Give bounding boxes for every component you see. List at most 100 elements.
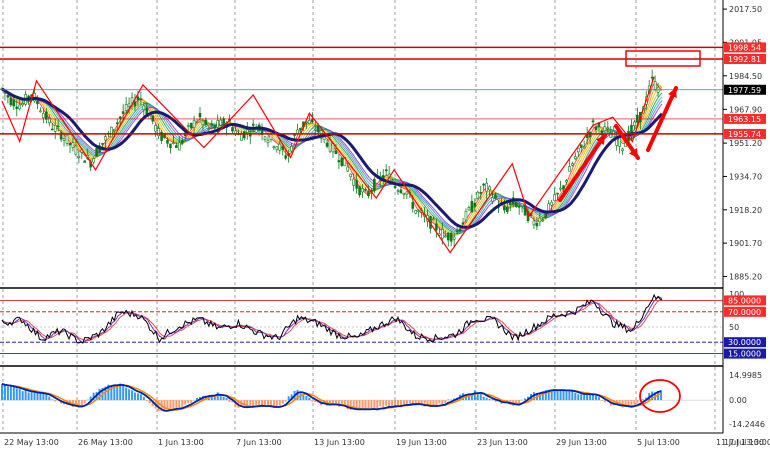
macd-bar bbox=[21, 391, 24, 401]
macd-bar bbox=[80, 400, 83, 406]
candle-body bbox=[178, 142, 181, 151]
candle-body bbox=[110, 126, 113, 138]
candle-body bbox=[508, 202, 512, 206]
price-level-tag-label: 1998.54 bbox=[728, 43, 761, 52]
macd-bar bbox=[311, 400, 314, 402]
candle-body bbox=[441, 228, 444, 239]
candle-body bbox=[151, 115, 155, 122]
macd-bar bbox=[284, 400, 287, 402]
macd-bar bbox=[136, 393, 139, 401]
candle-body bbox=[452, 236, 456, 240]
candle-body bbox=[231, 127, 234, 132]
candle-body bbox=[71, 142, 75, 148]
macd-bar bbox=[83, 400, 86, 404]
candle-body bbox=[77, 155, 81, 159]
candle-body bbox=[121, 111, 125, 114]
candle-body bbox=[112, 129, 116, 132]
macd-bar bbox=[145, 400, 148, 402]
candle-body bbox=[115, 122, 119, 125]
macd-bar bbox=[133, 392, 136, 401]
candle-body bbox=[198, 113, 202, 118]
candle-body bbox=[535, 222, 539, 227]
macd-axis-label: 14.9985 bbox=[729, 371, 762, 380]
candle-body bbox=[405, 191, 409, 195]
candle-body bbox=[571, 163, 574, 166]
candle-body bbox=[367, 190, 370, 196]
price-tick-label: 1885.20 bbox=[729, 272, 762, 281]
candle-body bbox=[45, 111, 48, 120]
candle-body bbox=[201, 120, 205, 126]
price-tick-label: 1951.20 bbox=[729, 139, 762, 148]
candle-body bbox=[603, 126, 607, 132]
candle-body bbox=[364, 189, 367, 191]
candle-body bbox=[50, 128, 54, 131]
macd-bar bbox=[6, 386, 9, 401]
macd-axis-label: 0.00 bbox=[729, 396, 747, 405]
candle-body bbox=[473, 202, 477, 208]
macd-bar bbox=[42, 393, 45, 401]
candle-body bbox=[594, 126, 598, 131]
candle-body bbox=[39, 110, 42, 113]
macd-bar bbox=[178, 400, 181, 408]
current-price-tag-label: 1977.59 bbox=[728, 86, 761, 95]
macd-bar bbox=[1, 383, 3, 401]
macd-bar bbox=[30, 392, 33, 401]
candle-body bbox=[482, 183, 486, 186]
macd-bar bbox=[27, 392, 30, 401]
candle-body bbox=[216, 120, 220, 128]
macd-bar bbox=[48, 396, 51, 401]
macd-bar bbox=[225, 397, 228, 401]
macd-bar bbox=[45, 394, 48, 401]
macd-bar bbox=[577, 394, 580, 401]
candle-body bbox=[68, 142, 72, 146]
candle-body bbox=[172, 142, 175, 144]
candle-body bbox=[606, 127, 610, 129]
candle-body bbox=[334, 150, 338, 154]
macd-bar bbox=[444, 400, 447, 404]
candle-body bbox=[74, 145, 78, 155]
macd-bar bbox=[411, 400, 414, 404]
candle-body bbox=[308, 120, 311, 125]
macd-bar bbox=[131, 390, 134, 401]
price-level-tag-label: 1955.74 bbox=[728, 130, 761, 139]
macd-bar bbox=[373, 400, 376, 410]
candle-body bbox=[568, 166, 571, 172]
candle-body bbox=[550, 201, 553, 206]
candle-body bbox=[653, 81, 657, 90]
macd-bar bbox=[3, 385, 6, 401]
trading-chart[interactable]: 2017.502001.051984.501967.901951.201934.… bbox=[0, 0, 770, 450]
candle-body bbox=[485, 182, 488, 192]
candle-body bbox=[21, 102, 24, 106]
macd-bar bbox=[252, 400, 255, 406]
macd-bar bbox=[255, 400, 258, 406]
candle-body bbox=[245, 129, 249, 133]
candle-body bbox=[142, 105, 146, 111]
price-tick-label: 1934.70 bbox=[729, 172, 762, 181]
candle-body bbox=[559, 187, 562, 190]
price-level-tag-label: 1963.15 bbox=[728, 115, 761, 124]
candle-body bbox=[154, 125, 157, 132]
price-tick-label: 1984.50 bbox=[729, 72, 762, 81]
candle-body bbox=[272, 146, 276, 148]
candle-body bbox=[340, 157, 344, 166]
time-label: 22 May 13:00 bbox=[4, 438, 59, 447]
candle-body bbox=[467, 206, 471, 211]
candle-body bbox=[275, 146, 279, 150]
candle-body bbox=[12, 99, 16, 107]
macd-bar bbox=[556, 390, 559, 401]
macd-bar bbox=[524, 398, 527, 401]
candle-body bbox=[491, 197, 494, 202]
macd-bar bbox=[18, 389, 21, 401]
candle-body bbox=[62, 138, 66, 141]
macd-bar bbox=[142, 396, 145, 401]
macd-bar bbox=[302, 395, 305, 401]
macd-bar bbox=[172, 400, 175, 410]
candle-body bbox=[630, 124, 633, 133]
macd-bar bbox=[488, 399, 491, 401]
rsi-level-tag-label: 70.0000 bbox=[728, 308, 761, 317]
candle-body bbox=[650, 76, 654, 79]
candle-body bbox=[565, 180, 568, 183]
candle-body bbox=[124, 103, 128, 111]
macd-bar bbox=[568, 390, 571, 401]
candle-body bbox=[349, 173, 353, 178]
